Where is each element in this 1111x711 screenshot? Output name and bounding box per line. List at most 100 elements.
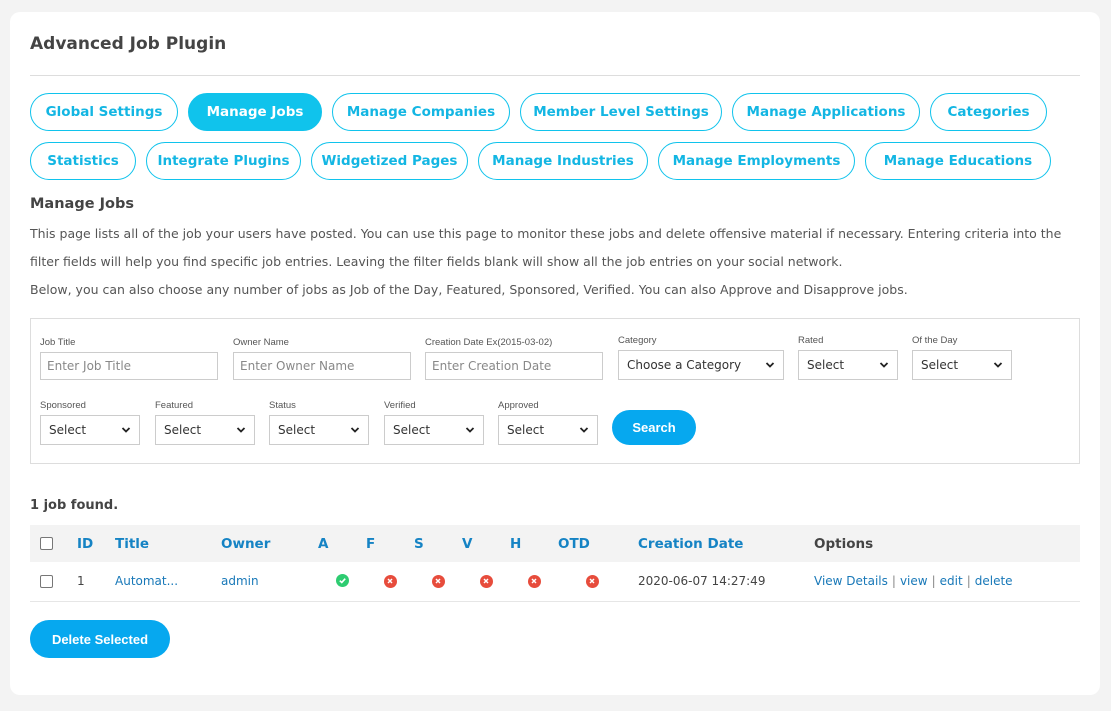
delete-selected-button[interactable]: Delete Selected (30, 620, 170, 658)
tab-statistics[interactable]: Statistics (30, 142, 136, 180)
rated-select[interactable]: Select (798, 350, 898, 380)
verified-select[interactable]: Select (384, 415, 484, 445)
approved-field: Approved Select (498, 400, 598, 445)
status-field: Status Select (269, 400, 369, 445)
job-owner-link[interactable]: admin (221, 574, 259, 588)
edit-link[interactable]: edit (940, 574, 963, 588)
cross-icon[interactable] (585, 574, 599, 588)
col-f[interactable]: F (366, 525, 414, 562)
creation-date: 2020-06-07 14:27:49 (626, 562, 814, 602)
search-button[interactable]: Search (612, 410, 696, 445)
tab-manage-educations[interactable]: Manage Educations (865, 142, 1051, 180)
filter-form: Job Title Owner Name Creation Date Ex(20… (30, 318, 1080, 464)
separator: | (966, 574, 971, 589)
page-title: Advanced Job Plugin (30, 34, 227, 54)
separator: | (931, 574, 936, 589)
category-label: Category (618, 335, 657, 346)
rated-field: Rated Select (798, 335, 898, 380)
status-selected: Select (278, 423, 316, 437)
of-the-day-field: Of the Day Select (912, 335, 1012, 380)
col-creation-date[interactable]: Creation Date (626, 525, 814, 562)
owner-name-label: Owner Name (233, 337, 289, 348)
category-select[interactable]: Choose a Category (618, 350, 784, 380)
chevron-down-icon (121, 427, 131, 433)
job-title-input[interactable] (40, 352, 218, 380)
table-header-row: ID Title Owner A F S V H OTD Creation Da… (30, 525, 1080, 562)
delete-link[interactable]: delete (975, 574, 1013, 588)
col-h[interactable]: H (510, 525, 558, 562)
view-link[interactable]: view (900, 574, 928, 588)
tab-manage-employments[interactable]: Manage Employments (658, 142, 855, 180)
cross-icon[interactable] (431, 574, 445, 588)
job-title-field: Job Title (40, 337, 218, 380)
featured-selected: Select (164, 423, 202, 437)
featured-label: Featured (155, 400, 194, 411)
chevron-down-icon (465, 427, 475, 433)
col-options: Options (814, 525, 1080, 562)
view-details-link[interactable]: View Details (814, 574, 888, 588)
tab-row-2: Statistics Integrate Plugins Widgetized … (30, 142, 1090, 180)
row-select-cell (30, 562, 77, 602)
featured-select[interactable]: Select (155, 415, 255, 445)
tab-manage-companies[interactable]: Manage Companies (332, 93, 510, 131)
category-field: Category Choose a Category (618, 335, 784, 380)
tab-integrate-plugins[interactable]: Integrate Plugins (146, 142, 301, 180)
category-selected: Choose a Category (627, 358, 742, 372)
tab-categories[interactable]: Categories (930, 93, 1047, 131)
creation-date-label: Creation Date Ex(2015-03-02) (425, 337, 553, 348)
jobs-table: ID Title Owner A F S V H OTD Creation Da… (30, 525, 1080, 602)
owner-name-field: Owner Name (233, 337, 411, 380)
description-paragraph: This page lists all of the job your user… (30, 226, 1062, 269)
select-all-checkbox[interactable] (40, 537, 53, 550)
tab-row-1: Global Settings Manage Jobs Manage Compa… (30, 93, 1090, 131)
sponsored-select[interactable]: Select (40, 415, 140, 445)
job-id: 1 (77, 562, 115, 602)
tab-widgetized-pages[interactable]: Widgetized Pages (311, 142, 468, 180)
tab-manage-applications[interactable]: Manage Applications (732, 93, 920, 131)
section-title: Manage Jobs (30, 196, 134, 212)
cross-icon[interactable] (383, 574, 397, 588)
verified-field: Verified Select (384, 400, 484, 445)
approved-select[interactable]: Select (498, 415, 598, 445)
verified-label: Verified (384, 400, 416, 411)
approved-label: Approved (498, 400, 539, 411)
of-the-day-label: Of the Day (912, 335, 958, 346)
results-count: 1 job found. (30, 498, 119, 513)
tab-member-level-settings[interactable]: Member Level Settings (520, 93, 722, 131)
rated-selected: Select (807, 358, 845, 372)
cross-icon[interactable] (479, 574, 493, 588)
job-title-link[interactable]: Automat... (115, 574, 178, 588)
col-title[interactable]: Title (115, 525, 221, 562)
title-divider (30, 75, 1080, 76)
options-cell: View Details | view | edit | delete (814, 562, 1080, 602)
sponsored-selected: Select (49, 423, 87, 437)
row-checkbox[interactable] (40, 575, 53, 589)
chevron-down-icon (579, 427, 589, 433)
main-card: Advanced Job Plugin Global Settings Mana… (10, 12, 1100, 695)
owner-name-input[interactable] (233, 352, 411, 380)
col-v[interactable]: V (462, 525, 510, 562)
nav-tabs: Global Settings Manage Jobs Manage Compa… (30, 93, 1090, 191)
of-the-day-select[interactable]: Select (912, 350, 1012, 380)
cross-icon[interactable] (527, 574, 541, 588)
tab-manage-jobs[interactable]: Manage Jobs (188, 93, 322, 131)
tab-global-settings[interactable]: Global Settings (30, 93, 178, 131)
col-id[interactable]: ID (77, 525, 115, 562)
sponsored-field: Sponsored Select (40, 400, 140, 445)
col-s[interactable]: S (414, 525, 462, 562)
check-icon[interactable] (335, 574, 349, 588)
verified-selected: Select (393, 423, 431, 437)
creation-date-input[interactable] (425, 352, 603, 380)
col-owner[interactable]: Owner (221, 525, 318, 562)
job-title-label: Job Title (40, 337, 76, 348)
chevron-down-icon (993, 362, 1003, 368)
chevron-down-icon (765, 362, 775, 368)
col-otd[interactable]: OTD (558, 525, 626, 562)
section-description: This page lists all of the job your user… (30, 220, 1080, 304)
chevron-down-icon (350, 427, 360, 433)
approved-selected: Select (507, 423, 545, 437)
col-a[interactable]: A (318, 525, 366, 562)
status-select[interactable]: Select (269, 415, 369, 445)
tab-manage-industries[interactable]: Manage Industries (478, 142, 648, 180)
select-all-cell (30, 525, 77, 562)
